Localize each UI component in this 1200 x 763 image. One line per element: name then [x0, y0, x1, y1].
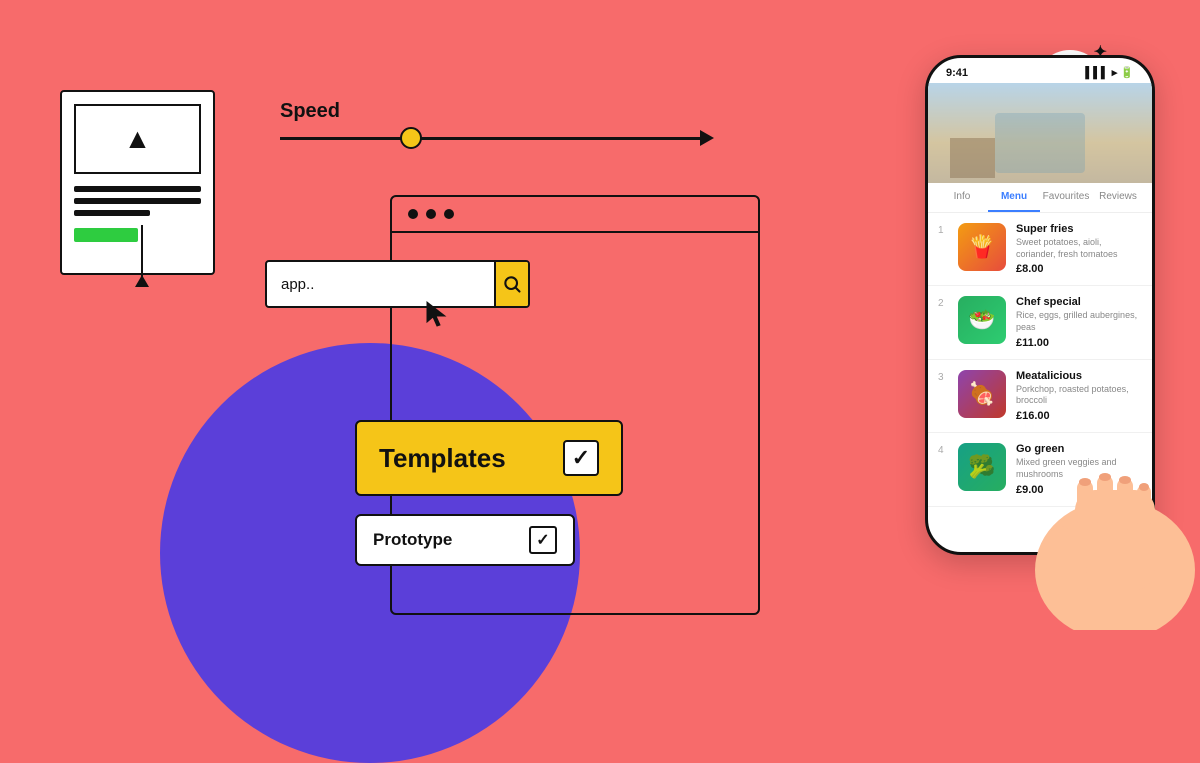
prototype-checkbox[interactable]: ✓: [529, 526, 557, 554]
browser-bar: [392, 197, 758, 233]
phone-hero-image: 🍽: [928, 83, 1152, 183]
search-icon: [502, 274, 522, 294]
hand-wrapper: [1015, 410, 1200, 635]
speed-label: Speed: [280, 100, 700, 123]
doc-lines: [74, 186, 201, 216]
slider-arrow: [700, 130, 714, 146]
tab-reviews[interactable]: Reviews: [1092, 183, 1144, 212]
doc-line-2: [74, 198, 201, 204]
arrow-up-line: [141, 225, 144, 285]
cursor: [425, 300, 453, 333]
browser-dot-3: [444, 209, 454, 219]
search-button[interactable]: [494, 262, 528, 306]
phone-wrapper: 9:41 ▌▌▌ ▸ 🔋 🍽 Info Menu Favourites: [925, 55, 1155, 555]
menu-item-info-2: Chef special Rice, eggs, grilled aubergi…: [1016, 296, 1142, 348]
doc-line-1: [74, 186, 201, 192]
doc-card: ▲: [60, 90, 215, 275]
doc-image-area: ▲: [74, 104, 201, 174]
tab-menu[interactable]: Menu: [988, 183, 1040, 212]
tab-favourites[interactable]: Favourites: [1040, 183, 1092, 212]
prototype-label: Prototype: [373, 530, 452, 550]
arrow-up: [135, 275, 149, 285]
templates-label: Templates: [379, 443, 506, 474]
templates-checkbox[interactable]: ✓: [563, 440, 599, 476]
hand-svg: [1015, 410, 1200, 630]
speed-area: Speed: [280, 100, 700, 140]
phone-tabs: Info Menu Favourites Reviews: [928, 183, 1152, 213]
cursor-icon: [425, 300, 453, 328]
slider-line: [280, 137, 700, 140]
food-image-3: 🍖: [958, 370, 1006, 418]
browser-dot-2: [426, 209, 436, 219]
food-image-2: 🥗: [958, 296, 1006, 344]
food-image-4: 🥦: [958, 443, 1006, 491]
menu-item-info-1: Super fries Sweet potatoes, aioli, coria…: [1016, 223, 1142, 275]
doc-line-3: [74, 210, 150, 216]
phone-time: 9:41: [946, 67, 968, 79]
browser-dot-1: [408, 209, 418, 219]
slider-track[interactable]: [280, 137, 700, 140]
templates-button[interactable]: Templates ✓: [355, 420, 623, 496]
mountain-icon: ▲: [124, 123, 152, 155]
doc-green-bar: [74, 228, 138, 242]
restaurant-background: 🍽: [928, 83, 1152, 183]
menu-item-2[interactable]: 2 🥗 Chef special Rice, eggs, grilled aub…: [928, 286, 1152, 359]
prototype-checkmark: ✓: [536, 530, 549, 550]
slider-thumb[interactable]: [400, 127, 422, 149]
food-image-1: 🍟: [958, 223, 1006, 271]
search-input[interactable]: [267, 276, 494, 293]
tab-info[interactable]: Info: [936, 183, 988, 212]
templates-checkmark: ✓: [572, 445, 590, 471]
phone-status-bar: 9:41 ▌▌▌ ▸ 🔋: [928, 58, 1152, 83]
phone-signals: ▌▌▌ ▸ 🔋: [1085, 66, 1134, 79]
prototype-button[interactable]: Prototype ✓: [355, 514, 575, 566]
menu-item-1[interactable]: 1 🍟 Super fries Sweet potatoes, aioli, c…: [928, 213, 1152, 286]
search-bar[interactable]: [265, 260, 530, 308]
